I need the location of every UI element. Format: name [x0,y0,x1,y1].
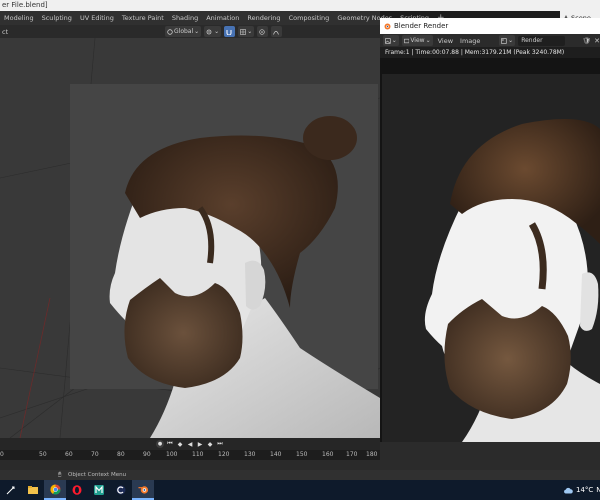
proportional-falloff-button[interactable] [271,26,283,37]
jump-start-icon[interactable]: ⏮ [166,440,174,448]
task-view-icon[interactable] [0,480,22,500]
snap-target-button[interactable]: ⌄ [238,26,255,37]
view-mode-dropdown[interactable]: View ⌄ [401,35,433,46]
timeline-tick: 70 [91,451,99,458]
cinema4d-icon[interactable] [110,480,132,500]
timeline-tick: 110 [192,451,204,458]
tab-sculpting[interactable]: Sculpting [38,11,76,25]
render-window-header: ⌄ View ⌄ View Image ⌄ Render Result 🛡 ✕ [380,34,600,54]
view-mode-label: View [410,37,425,44]
tab-rendering[interactable]: Rendering [243,11,284,25]
viewport-header: ct Global ⌄ ⌄ ⌄ [0,25,380,38]
timeline-tick: 90 [143,451,151,458]
orientation-label: Global [174,28,194,35]
render-info: Frame:1 | Time:00:07.88 | Mem:3179.21M (… [380,47,600,58]
proportional-editing-button[interactable] [257,26,269,37]
prev-keyframe-icon[interactable]: ◆ [176,441,184,448]
transform-orientation-dropdown[interactable]: Global ⌄ [165,26,202,37]
falloff-curve-icon [273,30,280,35]
timeline-tick: 50 [39,451,47,458]
image-editor-icon [385,37,391,44]
editor-type-dropdown[interactable]: ⌄ [383,35,399,46]
tab-texture-paint[interactable]: Texture Paint [118,11,168,25]
next-keyframe-icon[interactable]: ◆ [206,441,214,448]
timeline-tick: 160 [322,451,334,458]
snap-toggle-button[interactable] [224,26,236,37]
blender-taskbar-icon[interactable] [132,480,154,500]
tab-compositing[interactable]: Compositing [285,11,334,25]
app-m-icon[interactable] [88,480,110,500]
opera-icon[interactable] [66,480,88,500]
timeline-tick: 170 [346,451,358,458]
image-browse-icon [501,37,508,44]
chrome-icon[interactable] [44,480,66,500]
close-image-icon[interactable]: ✕ [594,37,600,45]
blender-logo-icon [384,23,391,30]
status-hint: Object Context Menu [68,472,127,478]
workspace-tabs: Modeling Sculpting UV Editing Texture Pa… [0,11,445,25]
chevron-down-icon: ⌄ [194,28,200,35]
timeline-tick: 180 [366,451,378,458]
timeline-tick: 120 [218,451,230,458]
grid-snap-icon [240,28,247,35]
chevron-down-icon: ⌄ [508,37,514,44]
tab-shading[interactable]: Shading [168,11,202,25]
render-window-title: Blender Render [394,22,449,30]
mouse-right-icon: 🖱 [58,472,62,478]
object-mode-label[interactable]: ct [0,28,8,36]
render-result-field[interactable]: Render Result [518,35,566,54]
pivot-icon [206,29,212,34]
timeline-tick: 100 [166,451,178,458]
play-reverse-icon[interactable]: ◀ [186,441,194,448]
timeline-tick: 60 [65,451,73,458]
weather-cloud-icon [564,487,573,493]
status-bar: 🖱 Object Context Menu [0,470,600,480]
menu-view[interactable]: View [436,37,455,45]
image-browse-button[interactable]: ⌄ [499,35,516,46]
chevron-down-icon: ⌄ [425,37,431,44]
pivot-point-button[interactable]: ⌄ [204,26,222,37]
hair-bun [303,116,357,160]
tray-overflow-label[interactable]: N [596,486,600,494]
viewport-scene [0,38,380,438]
tab-uv-editing[interactable]: UV Editing [76,11,118,25]
chevron-down-icon: ⌄ [391,37,397,44]
chevron-down-icon: ⌄ [247,28,253,35]
fake-user-icon[interactable]: 🛡 [582,37,591,45]
timeline-track[interactable] [0,460,380,470]
viewport-tools: Global ⌄ ⌄ ⌄ [165,26,283,37]
view-icon [403,38,410,43]
window-title: er File.blend] [2,1,48,9]
render-window-title-bar: Blender Render [380,18,600,34]
render-image-area[interactable] [380,58,600,442]
weather-temperature[interactable]: 14°C [576,486,593,494]
record-button[interactable]: ● [156,440,164,448]
timeline-tick: 140 [270,451,282,458]
system-tray: 14°C N [563,480,600,500]
orientation-icon [167,28,173,35]
menu-image[interactable]: Image [458,37,482,45]
tab-modeling[interactable]: Modeling [0,11,38,25]
timeline-tick: 150 [296,451,308,458]
render-result-image [382,74,600,442]
chevron-down-icon: ⌄ [214,28,220,35]
timeline-tick: 0 [0,451,4,458]
timeline-tick: 130 [244,451,256,458]
window-title-bar: er File.blend] [0,0,600,11]
timeline-tick: 80 [117,451,125,458]
magnet-icon [226,29,232,35]
play-icon[interactable]: ▶ [196,441,204,448]
proportional-edit-icon [259,28,265,35]
windows-taskbar: 14°C N [0,480,600,500]
render-window-footer [380,442,600,470]
timeline-ruler[interactable]: 0 50 60 70 80 90 100 110 120 130 140 150… [0,450,380,460]
playback-controls: ● ⏮ ◆ ◀ ▶ ◆ ⏭ [0,438,380,450]
jump-end-icon[interactable]: ⏭ [216,440,224,448]
3d-viewport[interactable] [0,38,380,438]
tab-animation[interactable]: Animation [202,11,243,25]
explorer-icon[interactable] [22,480,44,500]
